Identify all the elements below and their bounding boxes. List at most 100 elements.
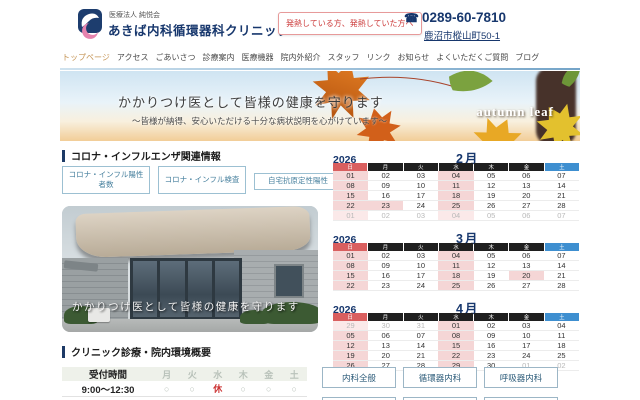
- calendar-day: 08: [438, 331, 474, 340]
- corona-info-button[interactable]: コロナ・インフル陽性者数: [62, 166, 150, 194]
- reception-table-header: 受付時間 月 火 水 木 金 土: [62, 367, 307, 381]
- reception-day-header: 土: [289, 369, 299, 380]
- calendar-day: 23: [486, 351, 496, 360]
- calendar-row: 01 02 03 04 05 06 07: [333, 251, 579, 261]
- calendar-day: 07: [557, 251, 566, 260]
- weekday-label: 木: [474, 243, 509, 251]
- photo-overlay-text: かかりつけ医として皆様の健康を守ります: [72, 301, 300, 313]
- department-button[interactable]: 循環器内科: [403, 367, 477, 388]
- nav-item[interactable]: アクセス: [117, 52, 149, 63]
- calendar-day: 21: [557, 191, 566, 200]
- calendar-day: 21: [557, 271, 566, 280]
- calendar-weekday-row: 日月火水木金土: [333, 313, 579, 321]
- calendar-day: 03: [416, 211, 426, 220]
- weekday-label: 日: [333, 243, 368, 251]
- calendar-day: 10: [416, 261, 426, 270]
- calendar-day: 23: [381, 281, 390, 290]
- reception-mark: ○: [189, 383, 195, 394]
- phone-number: ☎ 0289-60-7810: [404, 10, 506, 25]
- calendar-day: 29: [333, 321, 369, 330]
- calendar-day: 18: [557, 341, 566, 350]
- calendar-day: 12: [333, 341, 369, 350]
- calendar-day: 02: [486, 321, 496, 330]
- calendar-day: 07: [557, 171, 566, 180]
- calendar-day: 27: [522, 201, 531, 210]
- address-link[interactable]: 鹿沼市樅山町50-1: [424, 28, 500, 42]
- weekday-label: 土: [544, 313, 579, 321]
- fever-patients-button[interactable]: 発熱している方、発熱していた方へ: [278, 12, 422, 35]
- calendar-day: 06: [522, 251, 531, 260]
- nav-item[interactable]: ごあいさつ: [155, 52, 195, 63]
- calendar-header: 2026 4月: [333, 298, 579, 316]
- calendar-day: 17: [522, 341, 531, 350]
- clinic-section-heading: クリニック診療・院内環境概要: [62, 344, 211, 359]
- calendar-day: 10: [416, 181, 426, 190]
- calendar-day: 14: [416, 341, 426, 350]
- calendar-day: 11: [438, 261, 474, 270]
- nav-item[interactable]: 医療機器: [241, 52, 273, 63]
- calendar-row: 22 23 24 25 26 27 28: [333, 281, 579, 291]
- calendar-day: 22: [438, 351, 474, 360]
- calendar-day: 04: [438, 251, 474, 260]
- weekday-label: 火: [403, 243, 438, 251]
- calendar-day: 11: [557, 331, 566, 340]
- weekday-label: 土: [544, 163, 579, 171]
- reception-day-header: 水: [213, 369, 223, 380]
- calendar-day: 07: [416, 331, 426, 340]
- calendar-row: 08 09 10 11 12 13 14: [333, 181, 579, 191]
- calendar-header: 2026 2月: [333, 148, 579, 166]
- calendar-day: 07: [557, 211, 566, 220]
- clinic-name: あきば内科循環器科クリニック: [108, 24, 291, 38]
- nav-item[interactable]: お知らせ: [397, 52, 429, 63]
- calendar-day: 02: [381, 211, 390, 220]
- department-buttons: 内科全般 循環器内科 呼吸器内科: [322, 367, 580, 400]
- calendar-day: 04: [438, 211, 474, 220]
- calendar-day: 05: [486, 211, 496, 220]
- calendar-weekday-row: 日月火水木金土: [333, 163, 579, 171]
- calendar-day: 22: [333, 281, 369, 290]
- calendar-day: 14: [557, 261, 566, 270]
- calendar-day: 06: [381, 331, 390, 340]
- nav-item[interactable]: ブログ: [515, 52, 539, 63]
- photo-window: [274, 264, 304, 298]
- nav-item[interactable]: 診療案内: [202, 52, 234, 63]
- weekday-label: 金: [509, 243, 544, 251]
- reception-day-header: 火: [187, 369, 197, 380]
- department-button[interactable]: 呼吸器内科: [484, 367, 558, 388]
- department-button[interactable]: 内科全般: [322, 367, 396, 388]
- calendar-day: 12: [486, 181, 496, 190]
- nav-item[interactable]: 院内外紹介: [280, 52, 320, 63]
- corona-section-heading: コロナ・インフルエンザ関連情報: [62, 148, 221, 163]
- reception-row: 9:00～12:30 ○ ○ 休 ○ ○ ○: [62, 381, 307, 397]
- calendar-day: 11: [438, 181, 474, 190]
- calendar-day: 25: [438, 281, 474, 290]
- calendar-day: 19: [486, 191, 496, 200]
- calendar-row: 22 23 24 25 26 27 28: [333, 201, 579, 211]
- calendar-day: 15: [333, 191, 369, 200]
- nav-item[interactable]: よくいただくご質問: [436, 52, 508, 63]
- nav-item[interactable]: トップページ: [62, 52, 110, 63]
- calendar: 2026 4月日月火水木金土 29 30 31 01 02 03 04 05 06 07 08 09 10 1…: [333, 298, 579, 371]
- calendar: 2026 3月日月火水木金土 01 02 03 04 05 06 07 08 09 10 11 12 13 1…: [333, 228, 579, 291]
- calendar-day: 04: [438, 171, 474, 180]
- nav-item[interactable]: リンク: [366, 52, 390, 63]
- calendar-day: 25: [557, 351, 566, 360]
- reception-mark: ○: [164, 383, 170, 394]
- corona-info-button[interactable]: 自宅抗原定性陽性: [254, 173, 342, 190]
- nav-item[interactable]: スタッフ: [327, 52, 359, 63]
- page: 医療法人 純悦会 あきば内科循環器科クリニック 発熱している方、発熱していた方へ…: [0, 0, 640, 400]
- calendar-day: 24: [416, 281, 426, 290]
- calendar-day: 06: [522, 211, 531, 220]
- weekday-label: 土: [544, 243, 579, 251]
- calendar-row: 15 16 17 18 19 20 21: [333, 271, 579, 281]
- calendar-row: 01 02 03 04 05 06 07: [333, 211, 579, 221]
- corona-info-button[interactable]: コロナ・インフル検査: [158, 166, 246, 194]
- calendar-day: 20: [381, 351, 390, 360]
- weekday-label: 月: [368, 243, 403, 251]
- corona-buttons: コロナ・インフル陽性者数 コロナ・インフル検査 自宅抗原定性陽性: [62, 166, 342, 194]
- phone-number-text: 0289-60-7810: [421, 10, 507, 25]
- calendar-day: 12: [486, 261, 496, 270]
- weekday-label: 木: [474, 313, 509, 321]
- calendar-day: 06: [522, 171, 531, 180]
- calendar-day: 05: [333, 331, 369, 340]
